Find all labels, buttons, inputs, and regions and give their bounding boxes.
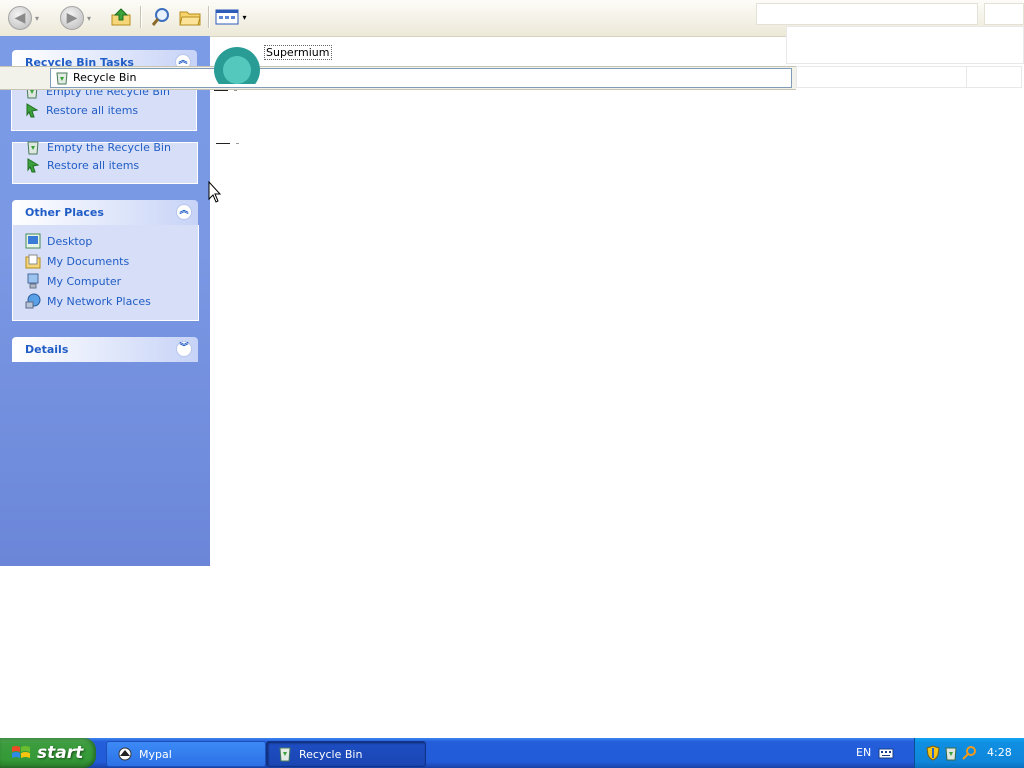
desktop-icon <box>25 233 41 249</box>
recycle-bin-tasks-ghost: Empty the Recycle Bin Restore all items <box>12 139 198 184</box>
panel-title: Other Places <box>25 206 104 219</box>
dropdown-arrow-icon: ▾ <box>87 13 92 23</box>
language-indicator[interactable]: EN <box>856 746 871 759</box>
place-label: My Network Places <box>47 294 151 308</box>
security-shield-icon[interactable] <box>925 745 941 761</box>
windows-logo-icon <box>12 746 30 758</box>
system-tray: 4:28 <box>914 738 1024 768</box>
place-my-computer[interactable]: My Computer <box>25 273 121 289</box>
mouse-cursor-icon <box>208 181 222 203</box>
toolbar-blank-area <box>756 3 978 25</box>
address-field[interactable]: Recycle Bin <box>50 68 792 88</box>
redraw-artifact <box>216 143 230 144</box>
my-network-places-icon <box>25 293 41 309</box>
search-icon <box>151 8 169 26</box>
item-name[interactable]: Supermium <box>264 45 332 60</box>
folders-icon <box>179 11 201 26</box>
place-my-network-places[interactable]: My Network Places <box>25 293 151 309</box>
redraw-artifact <box>234 90 237 91</box>
task-label: Restore all items <box>46 103 139 117</box>
my-computer-icon <box>27 273 39 289</box>
search-button[interactable] <box>150 6 172 28</box>
start-button[interactable]: start <box>0 738 96 768</box>
taskbar-button-label: Recycle Bin <box>299 747 363 761</box>
address-text: Recycle Bin <box>73 71 137 84</box>
up-folder-icon <box>111 8 131 26</box>
redraw-artifact <box>966 66 1022 88</box>
other-places-header[interactable]: Other Places ︽ <box>12 200 198 225</box>
views-button[interactable]: ▾ <box>214 6 248 28</box>
back-arrow-icon: ◀ <box>8 6 32 30</box>
mypal-icon <box>118 747 132 761</box>
keyboard-icon[interactable] <box>878 746 894 760</box>
restore-icon <box>26 103 39 118</box>
task-label: Empty the Recycle Bin <box>47 140 171 154</box>
details-header[interactable]: Details ︾ <box>12 337 198 362</box>
redraw-artifact <box>236 143 239 144</box>
task-restore-all[interactable]: Restore all items <box>24 102 138 118</box>
expand-chevron-icon[interactable]: ︾ <box>176 341 192 357</box>
search-tray-icon[interactable] <box>961 745 977 761</box>
up-folder-button[interactable] <box>110 6 132 28</box>
taskbar-button-recycle-bin[interactable]: Recycle Bin <box>266 741 426 767</box>
place-label: My Documents <box>47 254 130 268</box>
forward-button[interactable]: ▶ ▾ <box>60 6 91 30</box>
dropdown-arrow-icon: ▾ <box>242 12 247 22</box>
task-label: Restore all items <box>47 158 140 172</box>
recycle-tray-icon[interactable] <box>943 745 959 761</box>
folders-button[interactable] <box>178 6 202 28</box>
taskbar-button-label: Mypal <box>139 747 172 761</box>
toolbar-blank-area <box>984 3 1024 25</box>
task-pane: Recycle Bin Tasks ︽ Empty the Recycle Bi… <box>0 36 210 566</box>
address-bar: Recycle Bin <box>0 66 796 90</box>
redraw-artifact <box>214 90 228 91</box>
panel-title: Details <box>25 343 69 356</box>
collapse-chevron-icon[interactable]: ︽ <box>176 204 192 220</box>
start-label: start <box>37 743 84 763</box>
taskbar: start Mypal Recycle Bin EN 4:28 <box>0 738 1024 768</box>
dropdown-arrow-icon: ▾ <box>35 13 40 23</box>
place-label: My Computer <box>47 274 122 288</box>
task-restore-all[interactable]: Restore all items <box>25 157 139 173</box>
redraw-artifact <box>786 26 1024 64</box>
empty-recycle-bin-icon <box>27 141 39 155</box>
task-empty-recycle-bin[interactable]: Empty the Recycle Bin <box>25 139 171 155</box>
place-desktop[interactable]: Desktop <box>25 233 92 249</box>
restore-icon <box>27 158 40 173</box>
place-label: Desktop <box>47 234 93 248</box>
place-my-documents[interactable]: My Documents <box>25 253 129 269</box>
recycle-bin-icon <box>279 747 291 762</box>
forward-arrow-icon: ▶ <box>60 6 84 30</box>
clock[interactable]: 4:28 <box>987 746 1012 759</box>
back-button[interactable]: ◀ ▾ <box>8 6 39 30</box>
taskbar-button-mypal[interactable]: Mypal <box>106 741 266 767</box>
other-places-body: Desktop My Documents My Computer My Netw… <box>12 225 199 321</box>
supermium-app-icon[interactable] <box>214 44 260 84</box>
redraw-artifact <box>796 66 968 88</box>
recycle-bin-icon <box>56 72 68 85</box>
views-icon <box>215 9 239 25</box>
my-documents-icon <box>25 254 41 269</box>
